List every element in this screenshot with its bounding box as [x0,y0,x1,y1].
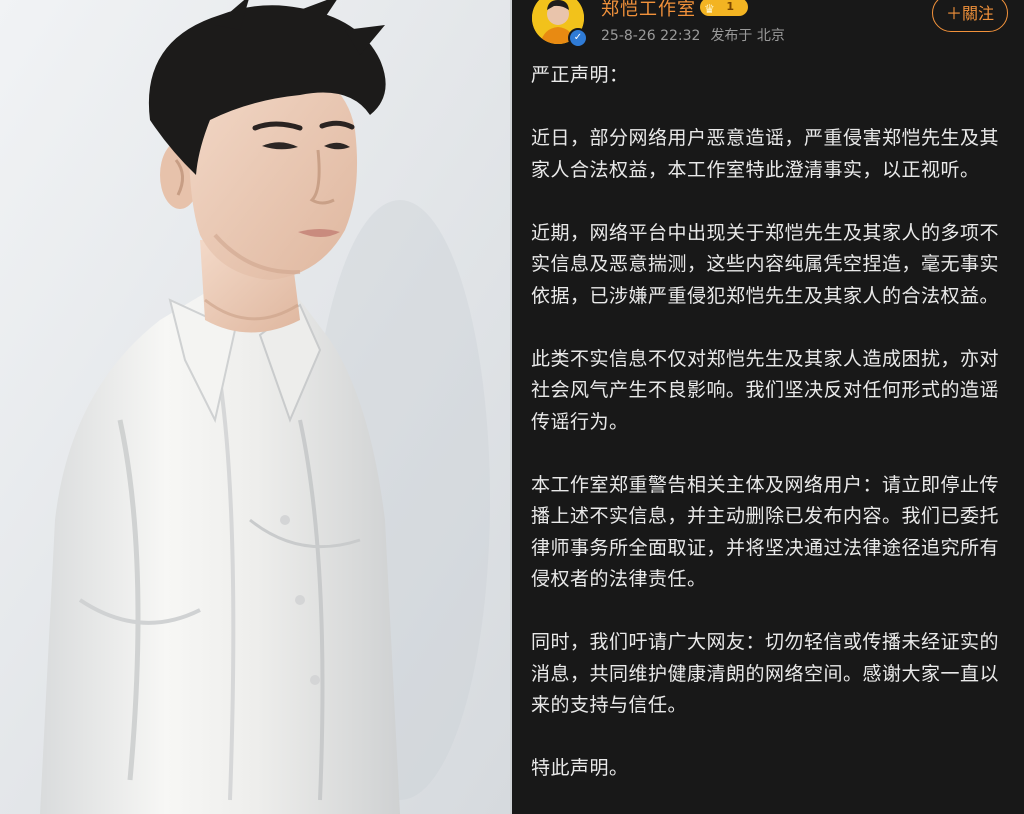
follow-button[interactable]: ＋關注 [932,0,1008,32]
post-body: 严正声明： 近日，部分网络用户恶意造谣，严重侵害郑恺先生及其家人合法权益，本工作… [531,60,1009,814]
post-meta: 25-8-26 22:32 发布于 北京 [601,25,785,45]
post-paragraph: 近期，网络平台中出现关于郑恺先生及其家人的多项不实信息及恶意揣测，这些内容纯属凭… [531,221,1000,307]
level-badge: ♛ 1 [700,0,748,16]
post-paragraph: 严正声明： [531,64,629,86]
portrait-illustration [0,0,510,814]
verified-icon: ✓ [568,28,588,48]
account-name[interactable]: 郑恺工作室 [601,0,696,21]
post-paragraph: 近日，部分网络用户恶意造谣，严重侵害郑恺先生及其家人合法权益，本工作室特此澄清事… [531,127,1000,181]
post-paragraph: 同时，我们吁请广大网友：切勿轻信或传播未经证实的消息，共同维护健康清朗的网络空间… [531,631,1000,716]
level-number: 1 [726,0,734,13]
crown-icon: ♛ [704,2,715,16]
post-timestamp: 25-8-26 22:32 [601,28,701,44]
post-paragraph: 此类不实信息不仅对郑恺先生及其家人造成困扰，亦对社会风气产生不良影响。我们坚决反… [531,347,1000,433]
portrait-photo [0,0,512,814]
post-panel: ✓ 郑恺工作室 ♛ 1 25-8-26 22:32 发布于 北京 ＋關注 严正声明… [512,0,1024,814]
screenshot-composite: ✓ 郑恺工作室 ♛ 1 25-8-26 22:32 发布于 北京 ＋關注 严正声明… [0,0,1024,814]
post-header: ✓ 郑恺工作室 ♛ 1 25-8-26 22:32 发布于 北京 ＋關注 [512,0,1024,50]
post-paragraph: 特此声明。 [531,757,629,779]
post-paragraph: 本工作室郑重警告相关主体及网络用户：请立即停止传播上述不实信息，并主动删除已发布… [531,473,1000,591]
post-location: 发布于 北京 [710,28,785,44]
